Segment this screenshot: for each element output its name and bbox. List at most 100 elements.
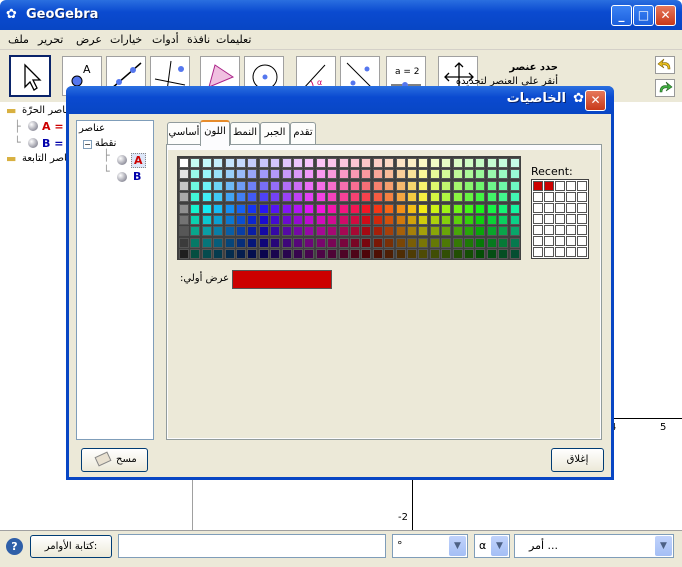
menu-file[interactable]: ملف bbox=[8, 33, 29, 46]
color-swatch[interactable] bbox=[338, 180, 349, 191]
color-swatch[interactable] bbox=[498, 158, 509, 168]
color-swatch[interactable] bbox=[372, 180, 383, 191]
color-swatch[interactable] bbox=[327, 226, 338, 237]
recent-colors[interactable] bbox=[531, 179, 589, 259]
color-palette[interactable] bbox=[177, 156, 521, 260]
color-swatch[interactable] bbox=[407, 226, 417, 237]
color-swatch[interactable] bbox=[338, 158, 349, 168]
color-swatch[interactable] bbox=[327, 237, 338, 248]
maximize-button[interactable]: □ bbox=[633, 5, 654, 26]
color-swatch[interactable] bbox=[429, 180, 440, 191]
color-swatch[interactable] bbox=[464, 203, 474, 214]
color-swatch[interactable] bbox=[452, 203, 463, 214]
color-swatch[interactable] bbox=[407, 180, 417, 191]
color-swatch[interactable] bbox=[190, 158, 201, 168]
recent-color-swatch[interactable] bbox=[566, 192, 576, 202]
color-swatch[interactable] bbox=[452, 215, 463, 225]
color-swatch[interactable] bbox=[509, 192, 520, 203]
color-swatch[interactable] bbox=[441, 249, 452, 260]
color-swatch[interactable] bbox=[281, 192, 292, 203]
tab-algebra[interactable]: الجبر bbox=[260, 122, 290, 144]
color-swatch[interactable] bbox=[509, 169, 520, 180]
color-swatch[interactable] bbox=[338, 237, 349, 248]
recent-color-swatch[interactable] bbox=[544, 214, 554, 224]
color-swatch[interactable] bbox=[509, 215, 520, 225]
color-swatch[interactable] bbox=[418, 158, 429, 168]
color-swatch[interactable] bbox=[407, 169, 417, 180]
recent-color-swatch[interactable] bbox=[533, 203, 543, 213]
color-swatch[interactable] bbox=[304, 203, 315, 214]
color-swatch[interactable] bbox=[475, 237, 486, 248]
color-swatch[interactable] bbox=[224, 203, 235, 214]
menu-edit[interactable]: تحرير bbox=[38, 33, 63, 46]
color-swatch[interactable] bbox=[258, 226, 269, 237]
color-swatch[interactable] bbox=[384, 158, 395, 168]
color-swatch[interactable] bbox=[281, 249, 292, 260]
color-swatch[interactable] bbox=[190, 203, 201, 214]
color-swatch[interactable] bbox=[327, 158, 338, 168]
color-swatch[interactable] bbox=[236, 158, 246, 168]
color-swatch[interactable] bbox=[327, 180, 338, 191]
color-swatch[interactable] bbox=[315, 237, 326, 248]
color-swatch[interactable] bbox=[429, 215, 440, 225]
color-swatch[interactable] bbox=[258, 249, 269, 260]
color-swatch[interactable] bbox=[384, 169, 395, 180]
color-swatch[interactable] bbox=[281, 237, 292, 248]
color-swatch[interactable] bbox=[384, 180, 395, 191]
color-swatch[interactable] bbox=[395, 192, 406, 203]
recent-color-swatch[interactable] bbox=[555, 181, 565, 191]
color-swatch[interactable] bbox=[452, 226, 463, 237]
color-swatch[interactable] bbox=[201, 180, 212, 191]
color-swatch[interactable] bbox=[407, 215, 417, 225]
color-swatch[interactable] bbox=[338, 192, 349, 203]
color-swatch[interactable] bbox=[350, 237, 360, 248]
color-swatch[interactable] bbox=[384, 203, 395, 214]
color-swatch[interactable] bbox=[270, 215, 281, 225]
color-swatch[interactable] bbox=[201, 169, 212, 180]
color-swatch[interactable] bbox=[201, 158, 212, 168]
recent-color-swatch[interactable] bbox=[566, 181, 576, 191]
color-swatch[interactable] bbox=[224, 180, 235, 191]
recent-color-swatch[interactable] bbox=[577, 203, 587, 213]
command-combo[interactable]: أمر ... ▼ bbox=[514, 534, 674, 558]
color-swatch[interactable] bbox=[464, 249, 474, 260]
color-swatch[interactable] bbox=[372, 169, 383, 180]
color-swatch[interactable] bbox=[475, 203, 486, 214]
color-swatch[interactable] bbox=[304, 249, 315, 260]
tree-root[interactable]: عناصر bbox=[79, 123, 105, 134]
color-swatch[interactable] bbox=[304, 158, 315, 168]
color-swatch[interactable] bbox=[315, 158, 326, 168]
close-window-button[interactable]: ✕ bbox=[655, 5, 676, 26]
color-swatch[interactable] bbox=[281, 169, 292, 180]
color-swatch[interactable] bbox=[247, 158, 258, 168]
color-swatch[interactable] bbox=[236, 215, 246, 225]
recent-color-swatch[interactable] bbox=[533, 236, 543, 246]
color-swatch[interactable] bbox=[350, 180, 360, 191]
color-swatch[interactable] bbox=[350, 215, 360, 225]
color-swatch[interactable] bbox=[464, 192, 474, 203]
color-swatch[interactable] bbox=[315, 192, 326, 203]
color-swatch[interactable] bbox=[486, 169, 497, 180]
color-swatch[interactable] bbox=[304, 237, 315, 248]
menu-view[interactable]: عرض bbox=[76, 33, 102, 46]
recent-color-swatch[interactable] bbox=[544, 247, 554, 257]
color-swatch[interactable] bbox=[213, 192, 224, 203]
color-swatch[interactable] bbox=[486, 203, 497, 214]
dialog-close-button[interactable]: ✕ bbox=[585, 90, 606, 111]
color-swatch[interactable] bbox=[498, 169, 509, 180]
recent-color-swatch[interactable] bbox=[577, 181, 587, 191]
color-swatch[interactable] bbox=[338, 203, 349, 214]
color-swatch[interactable] bbox=[372, 158, 383, 168]
color-swatch[interactable] bbox=[201, 237, 212, 248]
color-swatch[interactable] bbox=[190, 215, 201, 225]
color-swatch[interactable] bbox=[201, 249, 212, 260]
color-swatch[interactable] bbox=[190, 169, 201, 180]
color-swatch[interactable] bbox=[441, 215, 452, 225]
minimize-button[interactable]: _ bbox=[611, 5, 632, 26]
color-swatch[interactable] bbox=[509, 237, 520, 248]
color-swatch[interactable] bbox=[384, 215, 395, 225]
color-swatch[interactable] bbox=[464, 169, 474, 180]
color-swatch[interactable] bbox=[247, 203, 258, 214]
tree-item-a[interactable]: A bbox=[131, 153, 146, 168]
color-swatch[interactable] bbox=[293, 180, 303, 191]
